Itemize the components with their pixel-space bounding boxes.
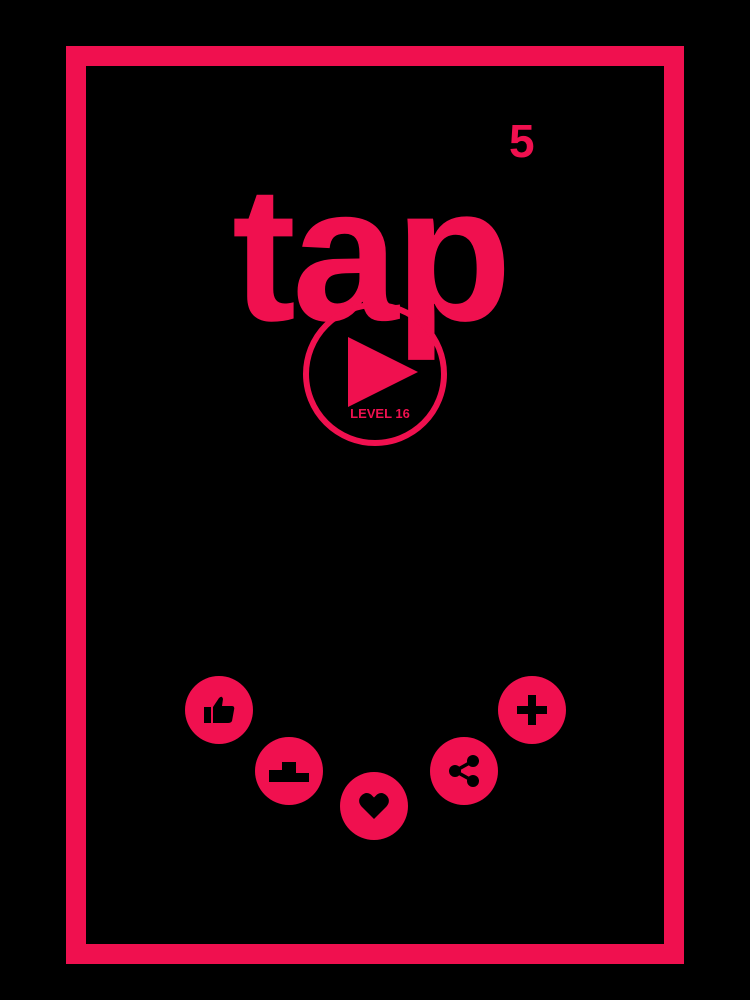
play-button[interactable]: LEVEL 16 — [303, 302, 447, 446]
play-icon — [348, 337, 418, 407]
leaderboard-button[interactable] — [255, 737, 323, 805]
thumbs-up-icon — [204, 696, 235, 723]
like-button[interactable] — [185, 676, 253, 744]
heart-icon — [359, 793, 389, 819]
more-games-button[interactable] — [498, 676, 566, 744]
podium-icon — [269, 762, 309, 782]
share-icon — [449, 755, 479, 787]
favorite-button[interactable] — [340, 772, 408, 840]
level-label: LEVEL 16 — [350, 406, 410, 421]
share-button[interactable] — [430, 737, 498, 805]
plus-icon — [517, 695, 547, 725]
game-logo: tap 5 — [0, 88, 750, 350]
logo-superscript: 5 — [509, 115, 535, 167]
